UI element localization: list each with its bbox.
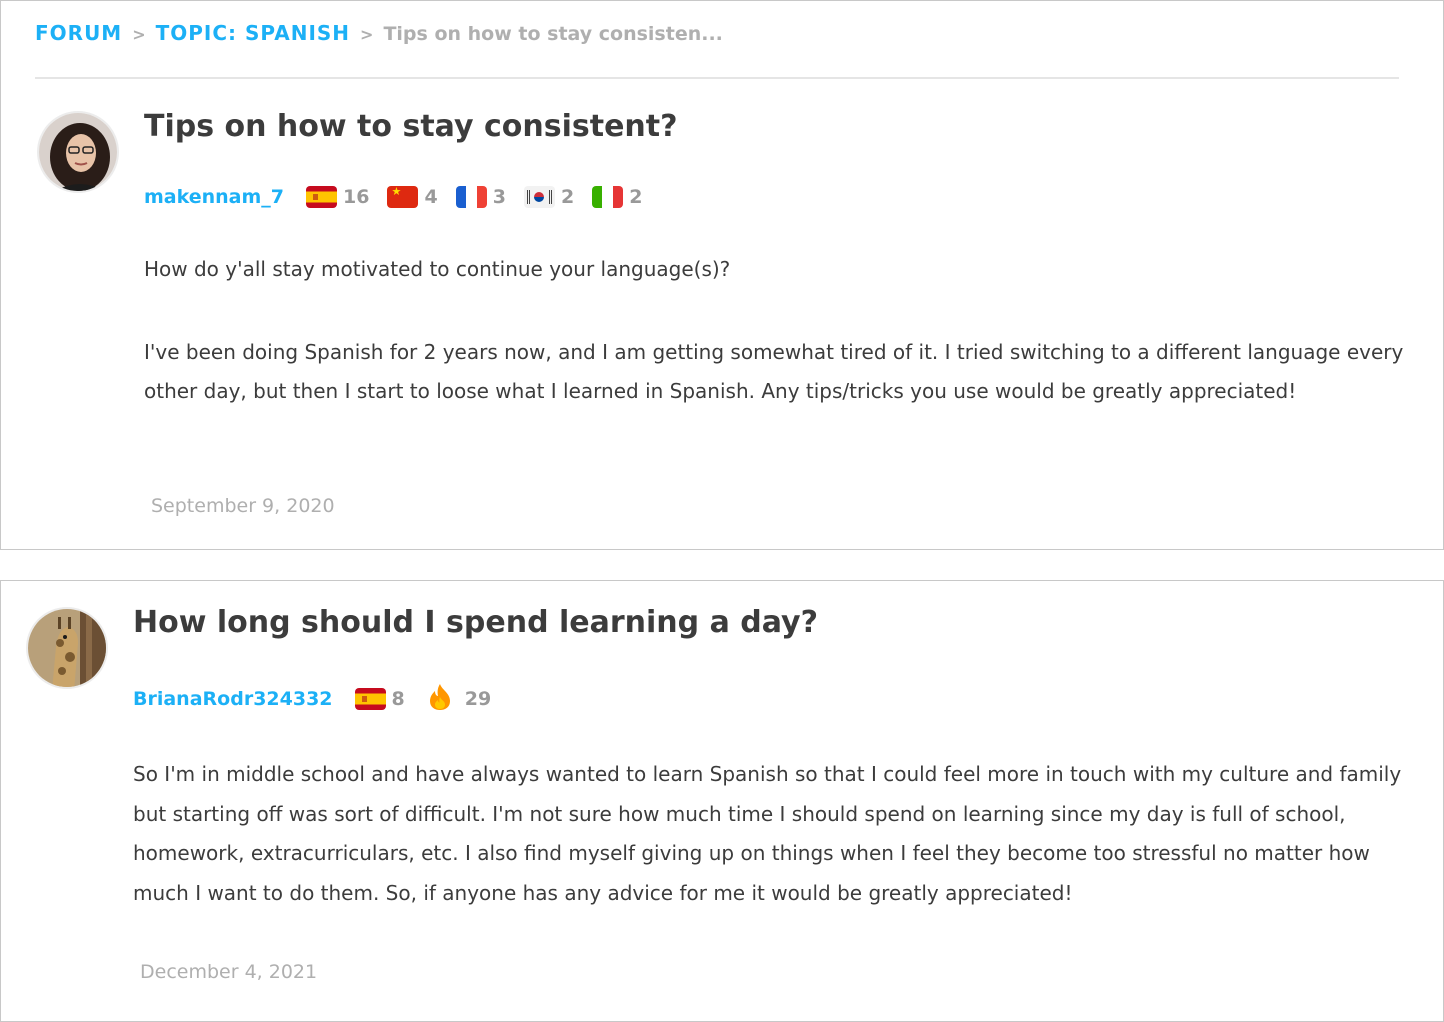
author-line: BrianaRodr324332 8 29 (133, 683, 491, 715)
breadcrumb-divider (35, 77, 1399, 79)
korea-flag-icon (523, 186, 555, 208)
breadcrumb-current: Tips on how to stay consisten... (383, 23, 723, 45)
breadcrumb-topic-link[interactable]: TOPIC: SPANISH (156, 21, 350, 45)
breadcrumb-forum-link[interactable]: FORUM (35, 21, 122, 45)
post-date: September 9, 2020 (151, 495, 335, 517)
post-paragraph: So I'm in middle school and have always … (133, 762, 1402, 905)
username-link[interactable]: makennam_7 (144, 186, 284, 208)
language-badge-spanish: 8 (354, 688, 405, 710)
username-link[interactable]: BrianaRodr324332 (133, 688, 333, 710)
china-flag-icon (387, 186, 419, 208)
language-level: 4 (424, 186, 438, 208)
flame-icon (429, 683, 465, 715)
language-badge-korean: 2 (523, 186, 575, 208)
avatar[interactable] (37, 111, 119, 193)
streak-count: 29 (464, 688, 492, 710)
post-paragraph: I've been doing Spanish for 2 years now,… (144, 339, 1404, 404)
language-level: 3 (492, 186, 506, 208)
france-flag-icon (455, 186, 487, 208)
language-level: 2 (629, 186, 643, 208)
post-body: So I'm in middle school and have always … (133, 755, 1408, 913)
italy-flag-icon (592, 186, 624, 208)
post-paragraph: How do y'all stay motivated to continue … (144, 257, 731, 281)
streak-badge: 29 (429, 683, 491, 715)
breadcrumb-separator: > (132, 25, 146, 44)
language-level: 8 (391, 688, 405, 710)
post-date: December 4, 2021 (140, 961, 318, 983)
post-body: How do y'all stay motivated to continue … (144, 250, 1404, 412)
language-badge-french: 3 (455, 186, 506, 208)
author-line: makennam_7 16 4 3 2 2 (144, 186, 660, 208)
forum-post-card: How long should I spend learning a day? … (0, 580, 1444, 1022)
language-badge-italian: 2 (592, 186, 642, 208)
forum-post-card: FORUM > TOPIC: SPANISH > Tips on how to stay… (0, 0, 1444, 550)
post-title[interactable]: How long should I spend learning a day? (133, 605, 818, 640)
spain-flag-icon (306, 186, 338, 208)
language-level: 16 (343, 186, 370, 208)
post-title[interactable]: Tips on how to stay consistent? (144, 109, 678, 144)
breadcrumb: FORUM > TOPIC: SPANISH > Tips on how to stay… (35, 21, 723, 45)
breadcrumb-separator: > (360, 25, 374, 44)
language-badge-chinese: 4 (387, 186, 438, 208)
avatar[interactable] (26, 607, 108, 689)
spain-flag-icon (354, 688, 386, 710)
language-level: 2 (560, 186, 575, 208)
language-badge-spanish: 16 (306, 186, 369, 208)
